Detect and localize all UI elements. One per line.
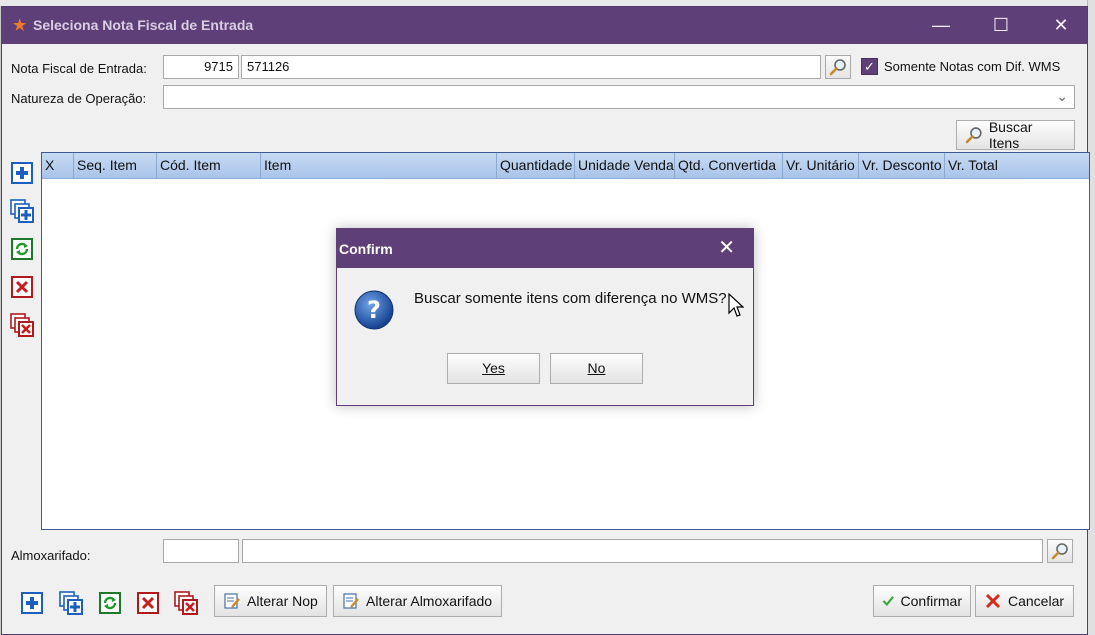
col-cod-item[interactable]: Cód. Item [157,153,261,178]
delete-multiple-icon[interactable] [10,313,34,337]
col-x[interactable]: X [42,153,74,178]
dialog-titlebar: Confirm ✕ [337,229,753,268]
refresh-icon[interactable] [10,237,34,261]
nota-serie-field[interactable]: 9715 [163,55,239,79]
alterar-nop-label: Alterar Nop [247,593,318,609]
close-button[interactable]: ✕ [1038,7,1084,44]
refresh-icon[interactable] [98,591,122,615]
nota-numero-field[interactable]: 571126 [241,55,821,79]
dialog-title: Confirm [339,241,393,257]
col-quantidade[interactable]: Quantidade [497,153,575,178]
search-icon [965,127,982,144]
col-qtd-convertida[interactable]: Qtd. Convertida [675,153,783,178]
chevron-down-icon: ⌄ [1056,88,1068,104]
almoxarifado-name-field[interactable] [242,539,1043,563]
add-multiple-icon[interactable] [10,199,34,223]
nota-lookup-button[interactable] [825,55,851,79]
col-vr-unitario[interactable]: Vr. Unitário [783,153,859,178]
window-titlebar: ★ Seleciona Nota Fiscal de Entrada — ☐ ✕ [2,7,1087,44]
col-vr-desconto[interactable]: Vr. Desconto [859,153,945,178]
question-icon: ? [354,290,394,330]
nota-fiscal-label: Nota Fiscal de Entrada: [11,61,147,76]
window-title: Seleciona Nota Fiscal de Entrada [33,17,254,33]
col-item[interactable]: Item [261,153,497,178]
edit-document-icon [224,593,240,609]
confirmar-label: Confirmar [900,593,962,609]
app-logo-icon: ★ [13,17,27,34]
yes-button[interactable]: Yes [447,353,540,384]
natureza-select[interactable]: ⌄ [163,85,1075,109]
add-icon[interactable] [20,591,44,615]
col-seq-item[interactable]: Seq. Item [74,153,157,178]
almoxarifado-lookup-button[interactable] [1047,539,1073,563]
close-icon [985,593,1001,609]
almoxarifado-code-field[interactable] [163,539,239,563]
no-button[interactable]: No [550,353,643,384]
confirm-dialog: Confirm ✕ ? Buscar somente itens com dif… [336,228,754,406]
search-icon [829,59,846,76]
col-unidade-venda[interactable]: Unidade Venda [575,153,675,178]
svg-text:?: ? [367,296,381,324]
edit-document-icon [343,593,359,609]
alterar-nop-button[interactable]: Alterar Nop [214,585,327,617]
delete-multiple-icon[interactable] [174,591,198,615]
somente-notas-label: Somente Notas com Dif. WMS [884,59,1061,74]
search-icon [1051,543,1068,560]
grid-header: X Seq. Item Cód. Item Item Quantidade Un… [42,153,1089,179]
add-icon[interactable] [10,161,34,185]
check-icon [882,596,894,607]
add-multiple-icon[interactable] [59,591,83,615]
delete-icon[interactable] [10,275,34,299]
alterar-almoxarifado-label: Alterar Almoxarifado [366,593,493,609]
confirmar-button[interactable]: Confirmar [873,585,971,617]
dialog-close-button[interactable]: ✕ [718,235,735,260]
alterar-almoxarifado-button[interactable]: Alterar Almoxarifado [333,585,502,617]
buscar-itens-label: Buscar Itens [988,119,1033,151]
cancelar-button[interactable]: Cancelar [975,585,1074,617]
somente-notas-checkbox[interactable]: ✓ [861,58,878,75]
minimize-button[interactable]: — [918,7,964,44]
col-vr-total[interactable]: Vr. Total [945,153,1089,178]
buscar-itens-button[interactable]: Buscar Itens [956,119,1075,151]
cancelar-label: Cancelar [1008,593,1065,609]
almoxarifado-label: Almoxarifado: [11,548,91,563]
mouse-cursor-icon [728,293,744,317]
delete-icon[interactable] [136,591,160,615]
natureza-label: Natureza de Operação: [11,91,147,106]
dialog-message: Buscar somente itens com diferença no WM… [414,290,727,307]
maximize-button[interactable]: ☐ [978,7,1024,44]
